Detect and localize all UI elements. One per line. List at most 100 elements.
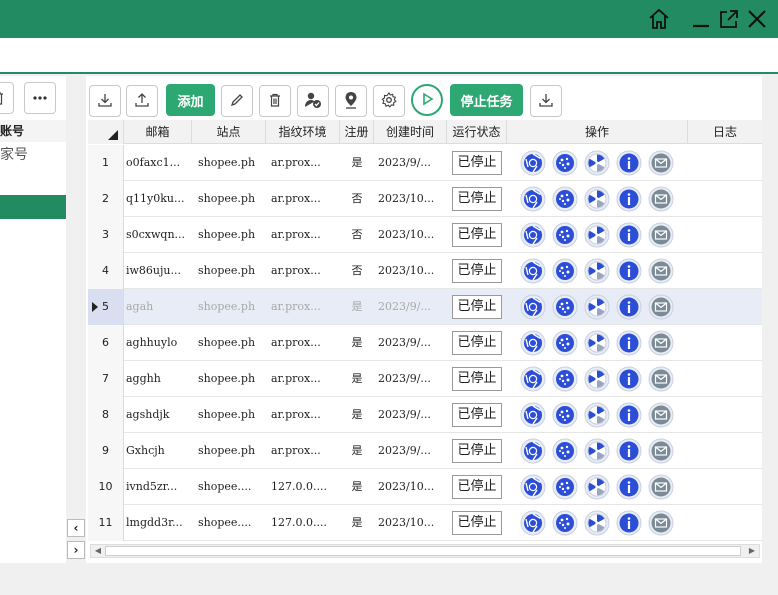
cell-email[interactable]: Gxhcjh bbox=[126, 433, 190, 469]
info-icon[interactable] bbox=[616, 402, 642, 428]
cell-site[interactable]: shopee.ph bbox=[198, 217, 264, 253]
cell-registered[interactable]: 否 bbox=[340, 217, 374, 253]
status-button[interactable]: 已停止 bbox=[452, 259, 502, 283]
info-icon[interactable] bbox=[616, 366, 642, 392]
status-button[interactable]: 已停止 bbox=[452, 475, 502, 499]
cell-site[interactable]: shopee.... bbox=[198, 469, 264, 505]
cell-registered[interactable]: 否 bbox=[340, 253, 374, 289]
info-icon[interactable] bbox=[616, 510, 642, 536]
left-trash-button[interactable] bbox=[0, 82, 14, 114]
external-link-icon[interactable] bbox=[716, 6, 742, 32]
fan-icon[interactable] bbox=[584, 510, 610, 536]
scroll-thumb[interactable] bbox=[105, 546, 741, 556]
cell-env[interactable]: ar.prox... bbox=[271, 289, 337, 325]
cell-env[interactable]: ar.prox... bbox=[271, 217, 337, 253]
cookie-icon[interactable] bbox=[552, 510, 578, 536]
table-row[interactable]: 6 aghhuylo shopee.ph ar.prox... 是 2023/9/... 已… bbox=[88, 325, 762, 361]
cookie-icon[interactable] bbox=[552, 402, 578, 428]
status-button[interactable]: 已停止 bbox=[452, 223, 502, 247]
cell-created[interactable]: 2023/10... bbox=[378, 469, 444, 505]
table-row[interactable]: 1 o0faxc1... shopee.ph ar.prox... 是 2023/9/..… bbox=[88, 145, 762, 181]
fan-icon[interactable] bbox=[584, 402, 610, 428]
cookie-icon[interactable] bbox=[552, 222, 578, 248]
close-icon[interactable] bbox=[744, 6, 770, 32]
fan-icon[interactable] bbox=[584, 474, 610, 500]
delete-button[interactable] bbox=[259, 85, 291, 117]
cell-registered[interactable]: 是 bbox=[340, 145, 374, 181]
status-button[interactable]: 已停止 bbox=[452, 511, 502, 535]
row-number[interactable]: 3 bbox=[88, 217, 124, 253]
row-number[interactable]: 2 bbox=[88, 181, 124, 217]
chrome-icon[interactable] bbox=[520, 186, 546, 212]
cell-registered[interactable]: 是 bbox=[340, 361, 374, 397]
cell-email[interactable]: s0cxwqn... bbox=[126, 217, 190, 253]
cell-registered[interactable]: 是 bbox=[340, 397, 374, 433]
mail-icon[interactable] bbox=[648, 474, 674, 500]
mail-icon[interactable] bbox=[648, 150, 674, 176]
table-row[interactable]: 5 agah shopee.ph ar.prox... 是 2023/9/... 已停止 bbox=[88, 289, 762, 325]
col-header-registered[interactable]: 注册 bbox=[340, 120, 374, 144]
cell-registered[interactable]: 是 bbox=[340, 469, 374, 505]
user-check-button[interactable] bbox=[297, 85, 329, 117]
cell-email[interactable]: agghh bbox=[126, 361, 190, 397]
left-cell[interactable]: 家号 bbox=[0, 144, 66, 166]
cookie-icon[interactable] bbox=[552, 294, 578, 320]
cell-registered[interactable]: 是 bbox=[340, 289, 374, 325]
expand-right-button[interactable]: › bbox=[67, 541, 85, 559]
cell-created[interactable]: 2023/10... bbox=[378, 253, 444, 289]
cell-site[interactable]: shopee.ph bbox=[198, 181, 264, 217]
fan-icon[interactable] bbox=[584, 330, 610, 356]
cell-created[interactable]: 2023/9/... bbox=[378, 289, 444, 325]
col-header-created[interactable]: 创建时间 bbox=[374, 120, 447, 144]
cookie-icon[interactable] bbox=[552, 258, 578, 284]
start-button[interactable] bbox=[411, 84, 443, 116]
cell-registered[interactable]: 是 bbox=[340, 325, 374, 361]
cell-created[interactable]: 2023/9/... bbox=[378, 361, 444, 397]
mail-icon[interactable] bbox=[648, 402, 674, 428]
mail-icon[interactable] bbox=[648, 222, 674, 248]
cell-email[interactable]: agah bbox=[126, 289, 190, 325]
chrome-icon[interactable] bbox=[520, 366, 546, 392]
cell-registered[interactable]: 是 bbox=[340, 433, 374, 469]
cell-site[interactable]: shopee.ph bbox=[198, 325, 264, 361]
table-row[interactable]: 10 ivnd5zr... shopee.... 127.0.0.... 是 2023/1… bbox=[88, 469, 762, 505]
cell-env[interactable]: ar.prox... bbox=[271, 253, 337, 289]
info-icon[interactable] bbox=[616, 258, 642, 284]
cell-email[interactable]: agshdjk bbox=[126, 397, 190, 433]
stop-task-button[interactable]: 停止任务 bbox=[450, 84, 523, 116]
cookie-icon[interactable] bbox=[552, 330, 578, 356]
row-number[interactable]: 9 bbox=[88, 433, 124, 469]
settings-button[interactable] bbox=[373, 85, 405, 117]
left-selected-row[interactable] bbox=[0, 195, 66, 219]
cell-email[interactable]: aghhuylo bbox=[126, 325, 190, 361]
cell-site[interactable]: shopee.ph bbox=[198, 253, 264, 289]
col-header-site[interactable]: 站点 bbox=[192, 120, 266, 144]
status-button[interactable]: 已停止 bbox=[452, 295, 502, 319]
chrome-icon[interactable] bbox=[520, 258, 546, 284]
chrome-icon[interactable] bbox=[520, 438, 546, 464]
cell-site[interactable]: shopee.ph bbox=[198, 361, 264, 397]
cell-created[interactable]: 2023/10... bbox=[378, 181, 444, 217]
info-icon[interactable] bbox=[616, 222, 642, 248]
edit-button[interactable] bbox=[221, 85, 253, 117]
cell-env[interactable]: ar.prox... bbox=[271, 181, 337, 217]
status-button[interactable]: 已停止 bbox=[452, 367, 502, 391]
cookie-icon[interactable] bbox=[552, 150, 578, 176]
mail-icon[interactable] bbox=[648, 366, 674, 392]
horizontal-scrollbar[interactable]: ◀ ▶ bbox=[90, 544, 760, 558]
table-row[interactable]: 3 s0cxwqn... shopee.ph ar.prox... 否 2023/10..… bbox=[88, 217, 762, 253]
fan-icon[interactable] bbox=[584, 258, 610, 284]
fan-icon[interactable] bbox=[584, 150, 610, 176]
chrome-icon[interactable] bbox=[520, 294, 546, 320]
status-button[interactable]: 已停止 bbox=[452, 331, 502, 355]
mail-icon[interactable] bbox=[648, 294, 674, 320]
status-button[interactable]: 已停止 bbox=[452, 403, 502, 427]
table-row[interactable]: 4 iw86uju... shopee.ph ar.prox... 否 2023/10..… bbox=[88, 253, 762, 289]
scroll-left-arrow[interactable]: ◀ bbox=[91, 545, 105, 557]
upload-button[interactable] bbox=[126, 85, 158, 117]
cookie-icon[interactable] bbox=[552, 438, 578, 464]
fan-icon[interactable] bbox=[584, 294, 610, 320]
col-header-log[interactable]: 日志 bbox=[688, 120, 762, 144]
cell-env[interactable]: 127.0.0.... bbox=[271, 469, 337, 505]
mail-icon[interactable] bbox=[648, 258, 674, 284]
